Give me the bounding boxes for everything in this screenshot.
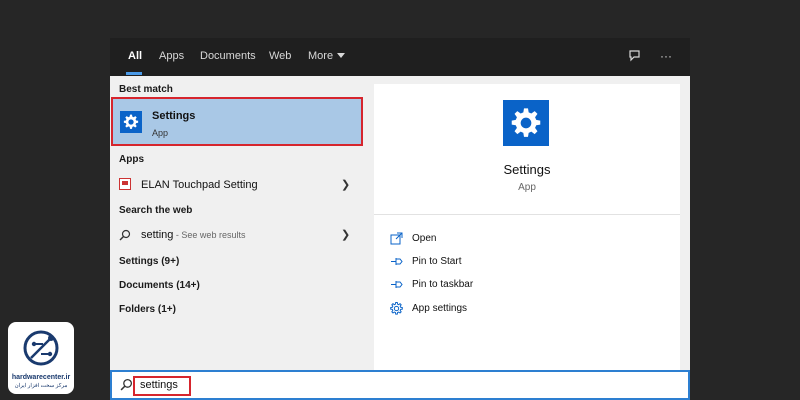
gear-icon <box>390 302 404 316</box>
logo-tagline: مرکز سخت افزار ایران <box>14 383 68 389</box>
pin-icon <box>390 278 404 292</box>
touchpad-app-icon <box>119 178 131 190</box>
app-result-elan[interactable]: ELAN Touchpad Setting ❯ <box>110 174 364 196</box>
pin-to-start-label: Pin to Start <box>412 256 462 267</box>
web-query: setting <box>141 229 174 241</box>
preview-title: Settings <box>503 162 551 177</box>
best-match-title: Settings <box>152 110 196 122</box>
logo-name: hardwarecenter.ir <box>11 374 71 381</box>
best-match-subtitle: App <box>152 128 169 138</box>
search-window: All Apps Documents Web More ··· Best mat… <box>110 38 690 400</box>
hardwarecenter-logo: hardwarecenter.ir مرکز سخت افزار ایران <box>8 322 74 394</box>
best-match-result[interactable]: Settings App <box>111 97 363 146</box>
chevron-right-icon[interactable]: ❯ <box>341 178 350 191</box>
pin-to-start-action[interactable]: Pin to Start <box>390 253 590 273</box>
search-icon <box>119 228 131 246</box>
chevron-right-icon[interactable]: ❯ <box>341 228 350 241</box>
documents-category[interactable]: Documents (14+) <box>119 280 200 291</box>
search-filter-bar: All Apps Documents Web More ··· <box>110 38 690 76</box>
tab-more-label: More <box>308 50 334 62</box>
tab-apps[interactable]: Apps <box>159 50 184 62</box>
preview-subtitle: App <box>518 182 536 193</box>
tab-documents[interactable]: Documents <box>200 50 256 62</box>
search-input[interactable]: settings <box>140 379 178 391</box>
feedback-icon[interactable] <box>628 49 641 65</box>
apps-header: Apps <box>119 154 144 165</box>
web-result[interactable]: setting - See web results ❯ <box>110 224 364 246</box>
tab-web[interactable]: Web <box>269 50 291 62</box>
caret-down-icon <box>337 53 346 58</box>
app-result-label: ELAN Touchpad Setting <box>141 179 258 191</box>
divider <box>374 214 680 215</box>
web-result-label: setting - See web results <box>141 229 245 241</box>
gear-icon <box>503 100 549 146</box>
folders-category[interactable]: Folders (1+) <box>119 304 176 315</box>
settings-category[interactable]: Settings (9+) <box>119 256 179 267</box>
active-tab-indicator <box>126 72 142 75</box>
search-icon <box>120 378 133 396</box>
circuit-logo-icon <box>23 330 59 366</box>
search-web-header: Search the web <box>119 205 193 216</box>
pin-icon <box>390 255 404 269</box>
preview-panel: Settings App Open Pin to Start Pin to ta… <box>374 84 680 370</box>
open-icon <box>390 232 404 246</box>
web-result-suffix: - See web results <box>173 230 246 240</box>
tab-all[interactable]: All <box>128 50 142 62</box>
app-settings-label: App settings <box>412 303 468 314</box>
tab-more[interactable]: More <box>308 50 346 62</box>
open-label: Open <box>412 233 437 244</box>
app-settings-action[interactable]: App settings <box>390 300 590 320</box>
results-panel: Best match Settings App Apps ELAN Touchp… <box>110 76 364 370</box>
more-options-icon[interactable]: ··· <box>660 49 672 63</box>
pin-to-taskbar-label: Pin to taskbar <box>412 279 474 290</box>
pin-to-taskbar-action[interactable]: Pin to taskbar <box>390 276 590 296</box>
gear-icon <box>120 111 142 133</box>
search-bar[interactable]: settings <box>110 370 690 400</box>
open-action[interactable]: Open <box>390 230 590 250</box>
best-match-header: Best match <box>119 84 173 95</box>
